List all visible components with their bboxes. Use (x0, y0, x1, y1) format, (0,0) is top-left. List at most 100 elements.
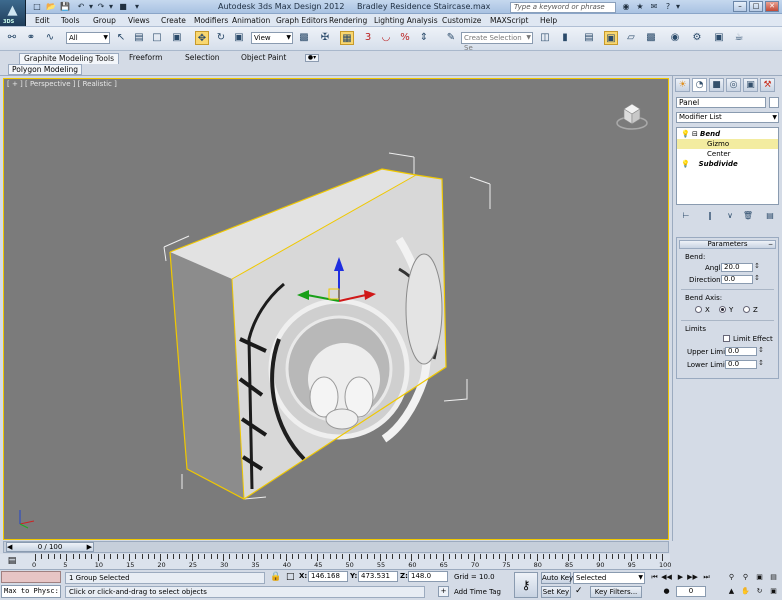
maxscript-mini-listener[interactable]: Max to Physc: (1, 585, 61, 598)
menu-animation[interactable]: Animation (232, 16, 270, 25)
stack-item-gizmo[interactable]: Gizmo (677, 139, 778, 149)
named-selection-select[interactable]: Create Selection Se ▼ (461, 32, 533, 52)
set-key-button[interactable]: Set Key (541, 586, 571, 598)
select-object-icon[interactable]: ↖ (114, 31, 128, 45)
go-to-end-icon[interactable]: ⏭ (701, 572, 712, 583)
selection-filter-select[interactable]: All ▼ (66, 32, 110, 44)
maximize-viewport-icon[interactable]: ▣ (768, 586, 779, 597)
pin-stack-icon[interactable]: ⊢ (680, 210, 692, 222)
customize-qa-icon[interactable]: ▾ (132, 2, 142, 12)
track-bar[interactable]: ▤ 0 5 10 15 20 25 30 35 40 45 50 55 60 65 70 75 80 85 90 95… (0, 554, 671, 570)
snaps-toggle-icon[interactable]: 3 (361, 31, 375, 45)
select-and-link-icon[interactable]: ⚯ (5, 31, 19, 45)
maximize-button[interactable]: □ (749, 1, 763, 12)
select-and-manipulate-icon[interactable]: ✠ (318, 31, 332, 45)
axis-y-radio[interactable] (719, 306, 726, 313)
add-time-tag-icon[interactable]: + (438, 586, 449, 597)
upper-limit-spinner[interactable]: 0.0 (725, 347, 764, 356)
axis-x-radio[interactable] (695, 306, 702, 313)
select-and-rotate-icon[interactable]: ↻ (214, 31, 228, 45)
open-file-icon[interactable]: 📂 (46, 2, 56, 12)
menu-lighting-analysis[interactable]: Lighting Analysis (374, 16, 438, 25)
render-production-icon[interactable]: ☕ (732, 31, 746, 45)
spinner-snap-icon[interactable]: ⇕ (417, 31, 431, 45)
limit-effect-checkbox[interactable] (723, 335, 730, 342)
chevron-left-icon[interactable]: ◀ (7, 543, 12, 551)
motion-tab-icon[interactable]: ◎ (726, 78, 741, 92)
curve-editor-icon[interactable]: ▱ (624, 31, 638, 45)
menu-edit[interactable]: Edit (35, 16, 50, 25)
y-coordinate-field[interactable]: 473.531 (358, 571, 398, 582)
x-coordinate-field[interactable]: 146.168 (308, 571, 348, 582)
make-unique-icon[interactable]: ∨ (724, 210, 736, 222)
angle-snap-icon[interactable]: ◡ (379, 31, 393, 45)
subscription-icon[interactable]: ★ (635, 2, 645, 12)
zoom-icon[interactable]: ⚲ (726, 572, 737, 583)
direction-spinner[interactable]: 0.0 (721, 275, 760, 284)
menu-modifiers[interactable]: Modifiers (194, 16, 228, 25)
menu-rendering[interactable]: Rendering (329, 16, 367, 25)
help-icon[interactable]: ? (663, 2, 673, 12)
edit-named-selection-icon[interactable]: ✎ (444, 31, 458, 45)
axis-z-radio[interactable] (743, 306, 750, 313)
reference-coordinate-select[interactable]: View ▼ (251, 32, 293, 44)
render-setup-icon[interactable]: ⚙ (690, 31, 704, 45)
menu-views[interactable]: Views (128, 16, 150, 25)
app-logo[interactable]: ▲ 3DS (0, 0, 26, 26)
rectangular-selection-icon[interactable]: □ (150, 31, 164, 45)
layer-manager-icon[interactable]: ▤ (582, 31, 596, 45)
tab-object-paint[interactable]: Object Paint (241, 53, 286, 63)
remove-modifier-icon[interactable]: 🗑 (742, 210, 754, 222)
modifier-list-select[interactable]: Modifier List ▼ (676, 112, 779, 123)
absolute-mode-icon[interactable]: □ (286, 572, 295, 582)
lower-limit-spinner[interactable]: 0.0 (725, 360, 764, 369)
save-icon[interactable]: 💾 (60, 2, 70, 12)
tab-graphite-modeling-tools[interactable]: Graphite Modeling Tools (19, 53, 120, 64)
object-name-input[interactable]: Panel (676, 97, 766, 108)
percent-snap-icon[interactable]: % (398, 31, 412, 45)
undo-icon[interactable]: ↶ (76, 2, 86, 12)
angle-spinner[interactable]: 20.0 (721, 263, 760, 272)
mini-curve-editor-icon[interactable]: ▤ (6, 556, 18, 568)
current-frame-field[interactable]: 0 (676, 586, 706, 597)
key-mode-select[interactable]: Selected ▼ (573, 572, 645, 584)
help-dropdown-icon[interactable]: ▾ (673, 2, 683, 12)
key-mode-toggle-icon[interactable]: ● (661, 586, 672, 597)
configure-modifier-sets-icon[interactable]: ▤ (764, 210, 776, 222)
tab-selection[interactable]: Selection (185, 53, 220, 63)
stack-item-bend[interactable]: 💡 ⊟ Bend (677, 129, 778, 139)
binoculars-icon[interactable]: ◉ (621, 2, 631, 12)
previous-frame-icon[interactable]: ◀◀ (661, 572, 672, 583)
tab-polygon-modeling[interactable]: Polygon Modeling (8, 64, 82, 75)
pan-view-icon[interactable]: ✋ (740, 586, 751, 597)
object-color-swatch[interactable] (769, 97, 779, 108)
unlink-icon[interactable]: ⚭ (24, 31, 38, 45)
display-tab-icon[interactable]: ▣ (743, 78, 758, 92)
zoom-extents-all-icon[interactable]: ▤ (768, 572, 779, 583)
bent-panel-model[interactable] (4, 79, 669, 540)
menu-help[interactable]: Help (540, 16, 557, 25)
time-slider-thumb[interactable]: ◀ 0 / 100 ▶ (6, 542, 94, 552)
create-tab-icon[interactable]: ☀ (675, 78, 690, 92)
menu-customize[interactable]: Customize (442, 16, 481, 25)
search-input[interactable]: Type a keyword or phrase (510, 2, 616, 13)
menu-create[interactable]: Create (161, 16, 186, 25)
z-coordinate-field[interactable]: 148.0 (408, 571, 448, 582)
select-by-name-icon[interactable]: ▤ (132, 31, 146, 45)
rendered-frame-window-icon[interactable]: ▣ (712, 31, 726, 45)
graphite-toggle-icon[interactable]: ▣ (604, 31, 618, 45)
ribbon-minimize-button[interactable]: ●▾ (305, 54, 319, 62)
play-icon[interactable]: ▶ (675, 572, 686, 583)
menu-tools[interactable]: Tools (61, 16, 79, 25)
key-filter-toggle-icon[interactable]: ✓ (575, 586, 583, 596)
modifier-stack[interactable]: 💡 ⊟ Bend Gizmo Center 💡 Subdivide (676, 127, 779, 205)
chevron-right-icon[interactable]: ▶ (87, 543, 92, 551)
utilities-tab-icon[interactable]: ⚒ (760, 78, 775, 92)
window-crossing-icon[interactable]: ▣ (170, 31, 184, 45)
field-of-view-icon[interactable]: ▲ (726, 586, 737, 597)
go-to-start-icon[interactable]: ⏮ (649, 572, 660, 583)
redo-dropdown-icon[interactable]: ▾ (106, 2, 116, 12)
select-and-move-icon[interactable]: ✥ (195, 31, 209, 45)
time-slider[interactable]: ◀ 0 / 100 ▶ (3, 541, 669, 553)
close-button[interactable]: ✕ (765, 1, 779, 12)
